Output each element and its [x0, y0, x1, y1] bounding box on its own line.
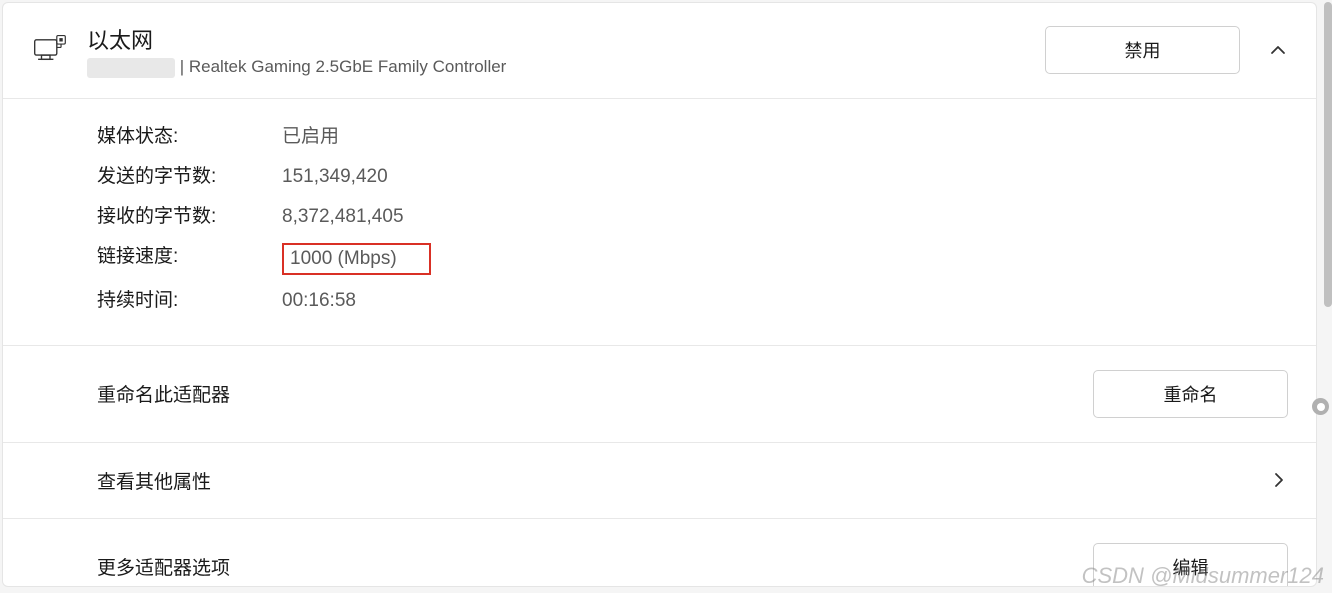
- link-speed-value: 1000 (Mbps): [290, 248, 397, 269]
- bytes-sent-label: 发送的字节数:: [97, 163, 282, 191]
- disable-button[interactable]: 禁用: [1045, 26, 1240, 74]
- redacted-name: [87, 58, 175, 78]
- chevron-right-icon: [1270, 471, 1288, 489]
- bytes-sent-value: 151,349,420: [282, 163, 388, 191]
- more-options-row: 更多适配器选项 编辑: [3, 519, 1316, 587]
- duration-value: 00:16:58: [282, 287, 356, 315]
- detail-bytes-sent: 发送的字节数: 151,349,420: [97, 163, 1288, 191]
- ethernet-adapter-icon: [33, 33, 67, 67]
- adapter-header[interactable]: 以太网 | Realtek Gaming 2.5GbE Family Contr…: [3, 3, 1316, 99]
- network-adapter-panel: 以太网 | Realtek Gaming 2.5GbE Family Contr…: [2, 2, 1317, 587]
- link-speed-value-highlight: 1000 (Mbps): [282, 243, 431, 275]
- detail-link-speed: 链接速度: 1000 (Mbps): [97, 243, 1288, 275]
- detail-duration: 持续时间: 00:16:58: [97, 287, 1288, 315]
- more-options-label: 更多适配器选项: [97, 553, 230, 580]
- detail-media-state: 媒体状态: 已启用: [97, 123, 1288, 151]
- scrollbar-thumb[interactable]: [1324, 2, 1332, 307]
- view-properties-label: 查看其他属性: [97, 467, 211, 494]
- rename-adapter-label: 重命名此适配器: [97, 380, 230, 407]
- adapter-title: 以太网: [87, 23, 1045, 55]
- bytes-received-value: 8,372,481,405: [282, 203, 404, 231]
- chevron-up-icon[interactable]: [1268, 40, 1288, 60]
- link-speed-label: 链接速度:: [97, 243, 282, 275]
- side-close-icon[interactable]: [1312, 398, 1329, 415]
- rename-adapter-row: 重命名此适配器 重命名: [3, 346, 1316, 443]
- view-properties-row[interactable]: 查看其他属性: [3, 443, 1316, 519]
- edit-button[interactable]: 编辑: [1093, 543, 1288, 587]
- adapter-header-text: 以太网 | Realtek Gaming 2.5GbE Family Contr…: [87, 23, 1045, 78]
- adapter-details: 媒体状态: 已启用 发送的字节数: 151,349,420 接收的字节数: 8,…: [3, 99, 1316, 346]
- media-state-value: 已启用: [282, 123, 339, 151]
- media-state-label: 媒体状态:: [97, 123, 282, 151]
- rename-button[interactable]: 重命名: [1093, 370, 1288, 418]
- adapter-controller-name: Realtek Gaming 2.5GbE Family Controller: [189, 57, 506, 76]
- duration-label: 持续时间:: [97, 287, 282, 315]
- adapter-subtitle: | Realtek Gaming 2.5GbE Family Controlle…: [87, 57, 1045, 78]
- bytes-received-label: 接收的字节数:: [97, 203, 282, 231]
- detail-bytes-received: 接收的字节数: 8,372,481,405: [97, 203, 1288, 231]
